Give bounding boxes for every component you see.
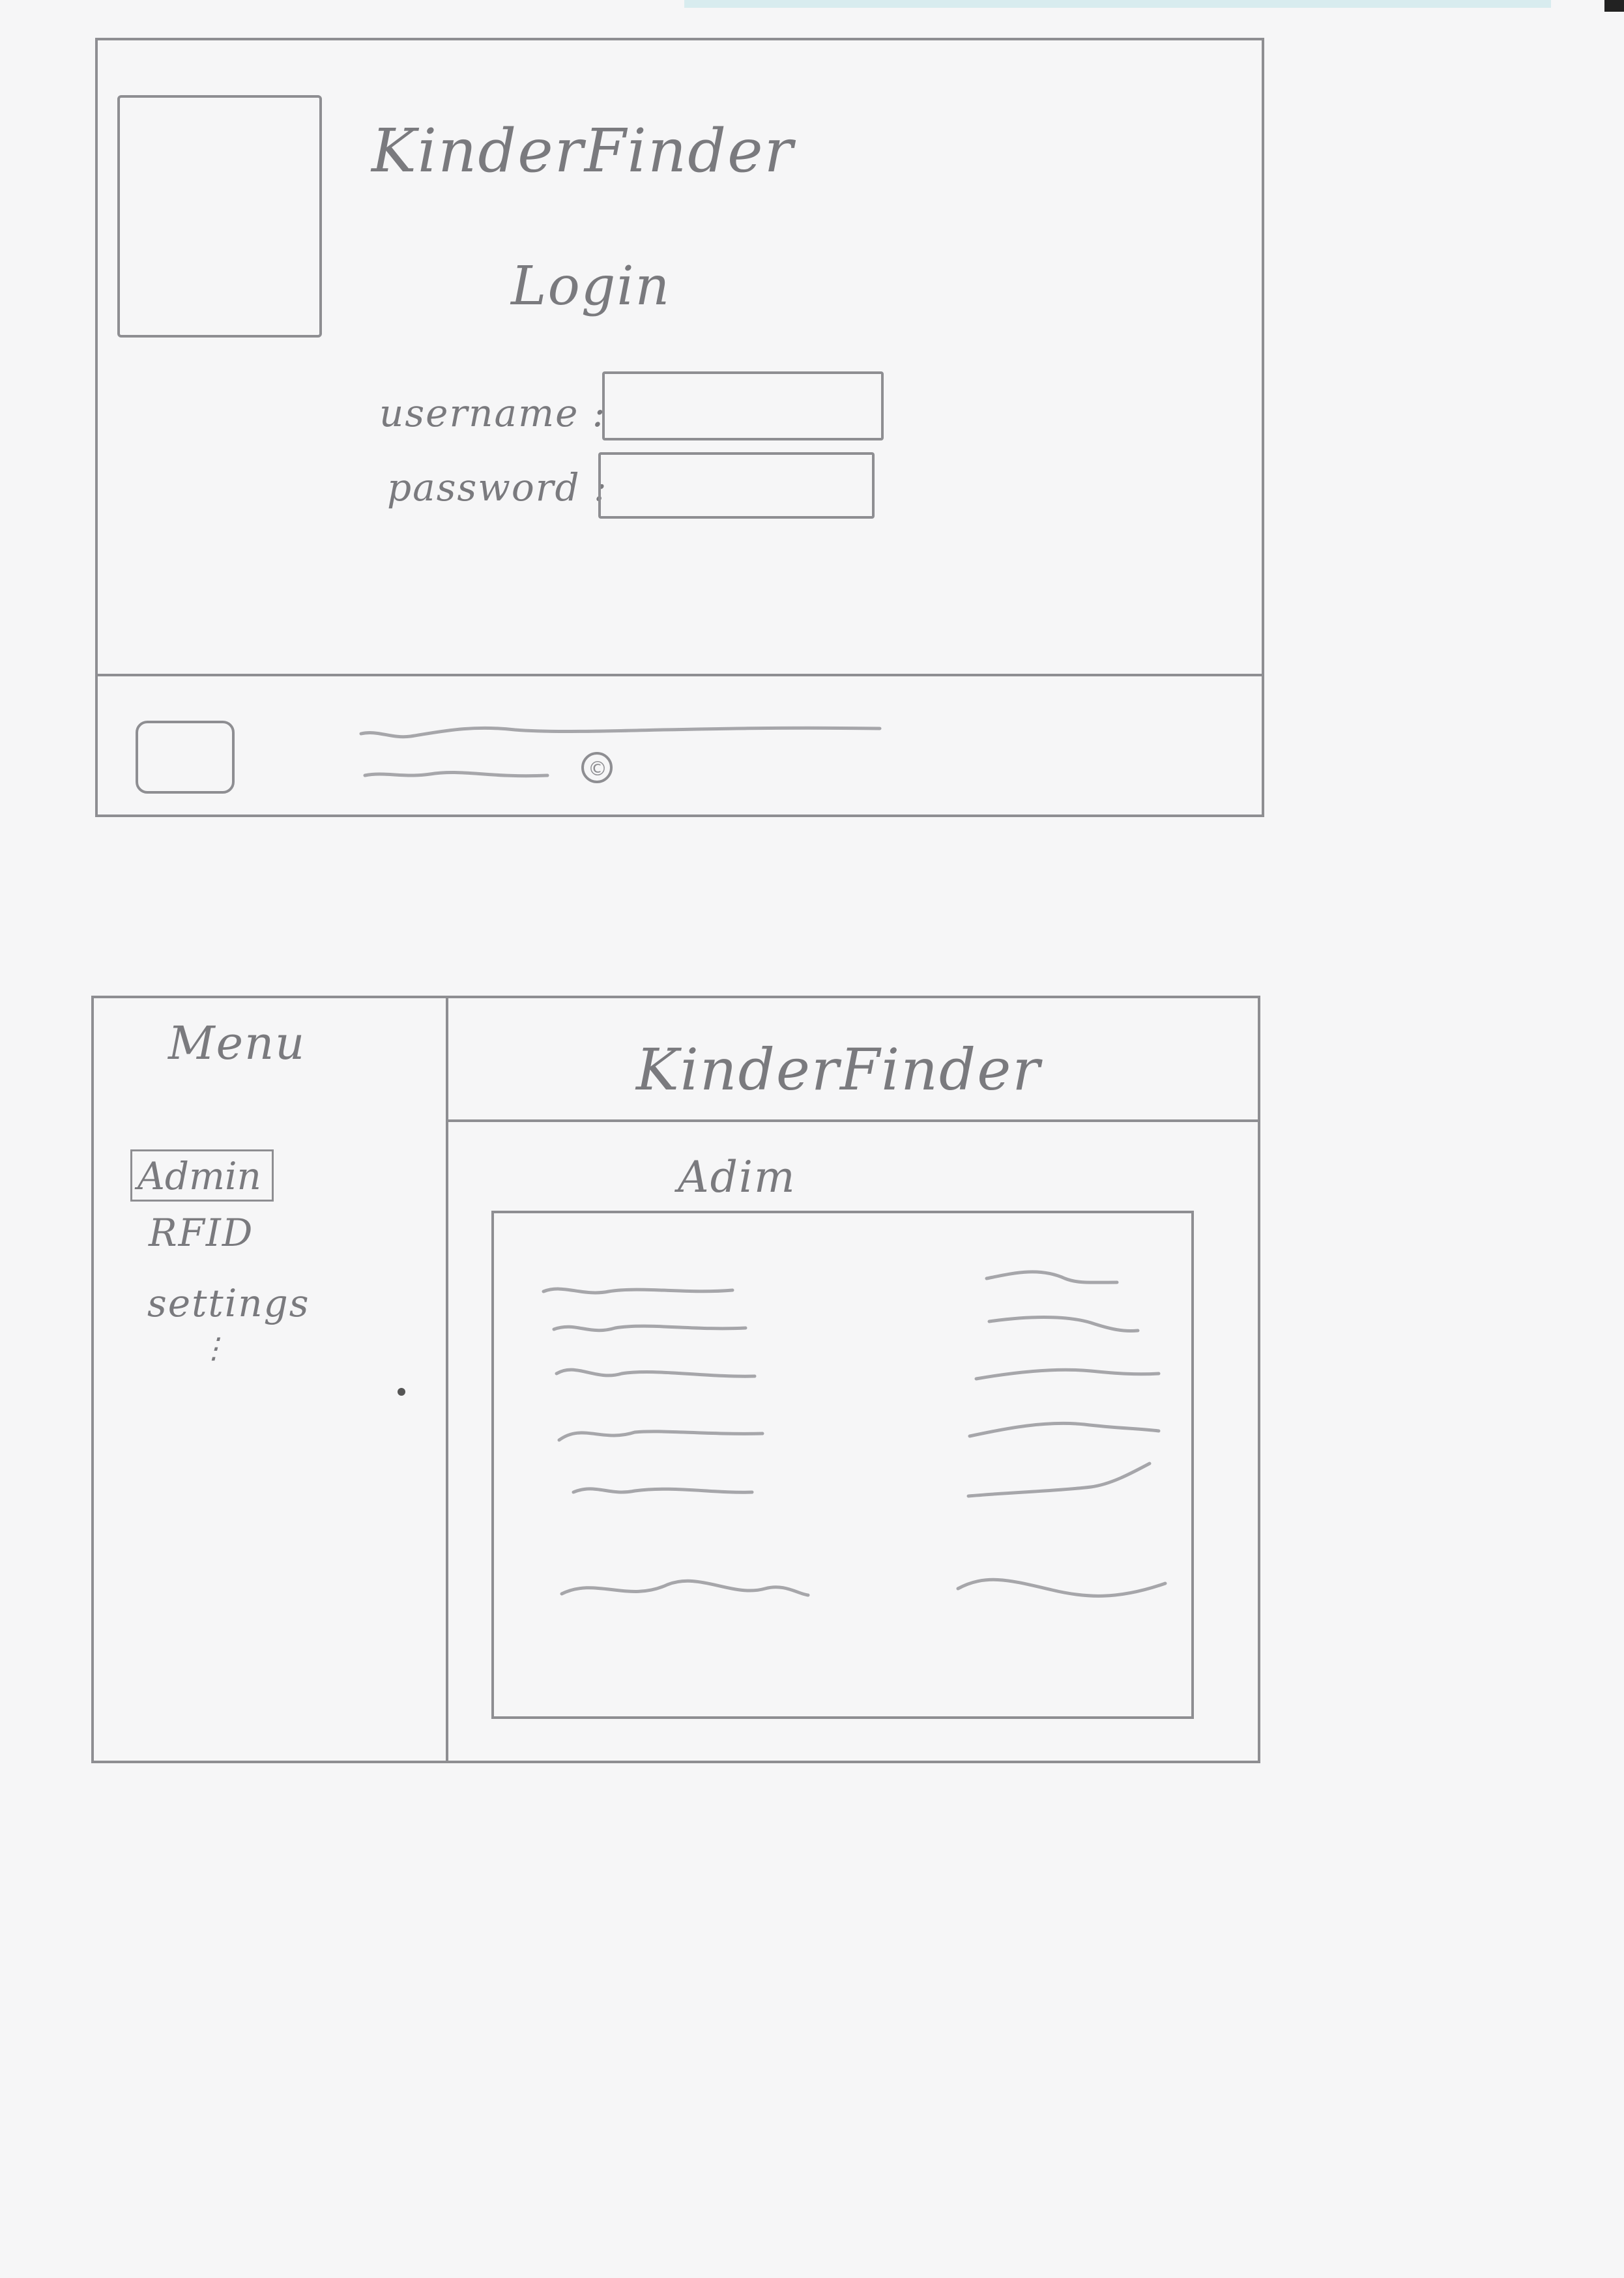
scan-edge xyxy=(684,0,1551,8)
sidebar-divider xyxy=(446,996,448,1763)
menu-item-settings[interactable]: settings xyxy=(147,1281,310,1325)
footer-text-placeholder: © xyxy=(359,726,882,783)
stray-pencil-mark xyxy=(398,1388,405,1396)
right-line-3 xyxy=(974,1368,1161,1381)
footer-line-1 xyxy=(359,726,882,739)
scan-corner xyxy=(1604,0,1624,12)
right-line-4 xyxy=(968,1421,1161,1438)
login-heading: Login xyxy=(511,255,671,317)
menu-more-icon: ⋮ xyxy=(199,1332,229,1365)
password-label: password : xyxy=(387,465,608,510)
header-divider xyxy=(448,1119,1260,1122)
right-line-5 xyxy=(966,1462,1152,1498)
left-line-1 xyxy=(542,1287,734,1295)
username-label: username : xyxy=(379,391,607,435)
logo-placeholder xyxy=(117,95,322,338)
username-input[interactable] xyxy=(602,371,884,440)
menu-item-rfid[interactable]: RFID xyxy=(149,1211,254,1255)
left-line-4 xyxy=(557,1430,764,1442)
footer-line-2 xyxy=(363,770,549,778)
left-line-3 xyxy=(555,1368,757,1378)
section-heading: Adim xyxy=(678,1152,796,1202)
left-line-6 xyxy=(560,1579,810,1597)
content-placeholder-lines xyxy=(542,1270,1167,1598)
footer-logo xyxy=(136,721,235,794)
left-line-2 xyxy=(552,1324,747,1333)
right-line-1 xyxy=(985,1270,1119,1284)
password-input[interactable] xyxy=(598,452,875,519)
left-line-5 xyxy=(572,1487,754,1494)
app-title: KinderFinder xyxy=(371,116,794,186)
login-footer-divider xyxy=(95,674,1264,676)
menu-heading: Menu xyxy=(168,1016,306,1070)
header-app-title: KinderFinder xyxy=(636,1036,1041,1103)
menu-item-admin[interactable]: Admin xyxy=(130,1149,274,1202)
right-line-6 xyxy=(956,1578,1167,1598)
copyright-symbol: © xyxy=(588,758,607,781)
right-line-2 xyxy=(987,1316,1140,1333)
